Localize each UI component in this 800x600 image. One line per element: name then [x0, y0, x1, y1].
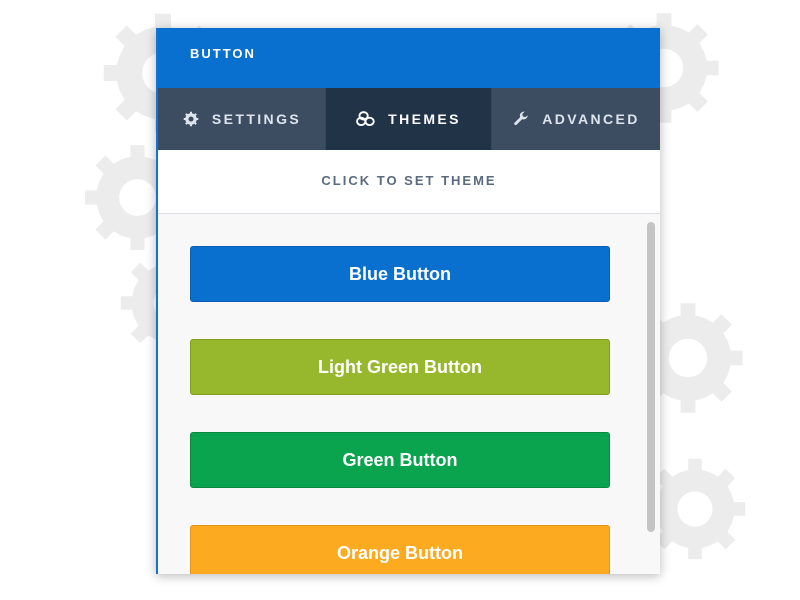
tab-themes[interactable]: THEMES	[326, 88, 492, 150]
theme-green-button[interactable]: Green Button	[190, 432, 610, 488]
tab-themes-label: THEMES	[388, 111, 461, 127]
palette-icon	[356, 111, 376, 127]
panel-title: BUTTON	[158, 28, 660, 88]
theme-blue-button[interactable]: Blue Button	[190, 246, 610, 302]
wrench-icon	[512, 111, 530, 127]
settings-panel: BUTTON SETTINGS THEMES ADVANCED CLICK TO…	[156, 28, 660, 574]
tab-bar: SETTINGS THEMES ADVANCED	[158, 88, 660, 150]
tab-advanced[interactable]: ADVANCED	[492, 88, 660, 150]
theme-hint: CLICK TO SET THEME	[158, 150, 660, 214]
theme-list[interactable]: Blue Button Light Green Button Green But…	[158, 214, 660, 574]
tab-settings[interactable]: SETTINGS	[158, 88, 326, 150]
tab-advanced-label: ADVANCED	[542, 111, 640, 127]
theme-light-green-button[interactable]: Light Green Button	[190, 339, 610, 395]
screen: BUTTON SETTINGS THEMES ADVANCED CLICK TO…	[0, 0, 800, 600]
scrollbar[interactable]	[647, 222, 655, 532]
theme-orange-button[interactable]: Orange Button	[190, 525, 610, 574]
tab-settings-label: SETTINGS	[211, 111, 302, 127]
gear-icon	[182, 111, 200, 127]
